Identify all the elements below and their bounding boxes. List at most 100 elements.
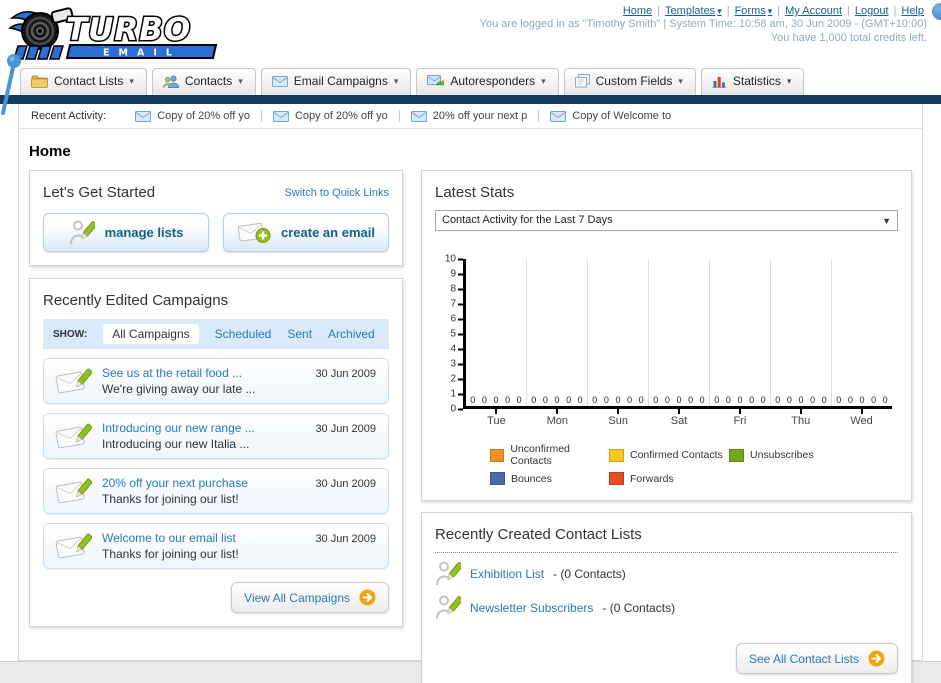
nav-link-logout[interactable]: Logout — [855, 5, 889, 17]
nav-link-home[interactable]: Home — [623, 5, 652, 17]
y-tick: 1 — [441, 389, 463, 400]
campaign-date: 30 Jun 2009 — [315, 423, 376, 435]
nav-link-my-account[interactable]: My Account — [785, 5, 842, 17]
filter-all-campaigns[interactable]: All Campaigns — [103, 324, 199, 344]
nav-link-forms[interactable]: Forms ▾ — [735, 5, 773, 17]
nav-link-templates[interactable]: Templates ▾ — [665, 5, 722, 17]
logo-subtitle: EMAIL — [103, 48, 181, 59]
stats-range-select[interactable]: Contact Activity for the Last 7 Days ▼ — [435, 210, 898, 231]
manage-lists-button[interactable]: manage lists — [43, 213, 209, 252]
data-label: 0 — [493, 395, 499, 405]
chevron-down-icon: ▾ — [541, 75, 546, 86]
recent-activity-item[interactable]: 20% off your next p — [398, 110, 539, 122]
campaign-subtitle: Introducing our new Italia ... — [102, 437, 250, 451]
data-labels-row: 00000 — [528, 395, 586, 405]
campaign-subtitle: We're giving away our late ... — [102, 382, 256, 396]
see-all-contact-lists-button[interactable]: See All Contact Lists — [735, 643, 898, 674]
tab-contacts[interactable]: Contacts ▾ — [151, 68, 256, 95]
x-tick-label: Sat — [649, 409, 710, 427]
x-tick-label: Thu — [770, 409, 831, 427]
y-tick-label: 9 — [450, 268, 456, 280]
data-label: 0 — [470, 395, 476, 405]
turbo-email-logo[interactable]: TURBO EMAIL — [8, 4, 236, 67]
contact-list-detail: - (0 Contacts) — [602, 600, 676, 615]
envelope-icon — [550, 110, 567, 122]
envelope-icon — [272, 110, 289, 122]
y-tick-label: 7 — [450, 298, 456, 310]
data-labels-row: 00000 — [772, 395, 830, 405]
contact-list-row: Exhibition List - (0 Contacts) — [435, 560, 898, 587]
recent-activity-item[interactable]: Copy of Welcome to — [538, 110, 682, 122]
pages-icon — [574, 74, 590, 88]
campaign-title-link[interactable]: See us at the retail food ... — [102, 366, 255, 380]
nav-link-help[interactable]: Help — [901, 5, 924, 17]
chart-group: 00000 — [526, 259, 587, 406]
envelope-icon — [135, 110, 152, 122]
tab-custom-fields[interactable]: Custom Fields ▾ — [563, 68, 696, 95]
filter-sent[interactable]: Sent — [287, 327, 312, 341]
person-pencil-icon — [69, 219, 95, 246]
folder-icon — [31, 75, 48, 88]
person-pencil-icon — [435, 560, 461, 587]
campaign-row[interactable]: Welcome to our email list Thanks for join… — [43, 523, 389, 569]
y-tick-label: 1 — [450, 388, 456, 400]
legend-label: Bounces — [511, 472, 552, 485]
tab-email-campaigns[interactable]: Email Campaigns ▾ — [260, 68, 412, 95]
tab-label: Custom Fields — [595, 74, 673, 88]
legend-label: Forwards — [630, 472, 674, 485]
campaign-list: See us at the retail food ... We're givin… — [43, 358, 389, 569]
contact-list-link[interactable]: Newsletter Subscribers — [470, 601, 593, 615]
campaign-row[interactable]: 20% off your next purchase Thanks for joi… — [43, 468, 389, 514]
campaign-row[interactable]: See us at the retail food ... We're givin… — [43, 358, 389, 404]
legend-label: Confirmed Contacts — [630, 449, 723, 461]
recent-activity-item[interactable]: Copy of 20% off yo — [124, 110, 261, 122]
switch-quick-links-link[interactable]: Switch to Quick Links — [284, 187, 389, 199]
login-status: You are logged in as "Timothy Smith" | S… — [479, 18, 927, 30]
data-label: 0 — [775, 395, 781, 405]
legend-swatch — [729, 448, 744, 462]
legend-swatch — [609, 448, 624, 462]
data-label: 0 — [749, 395, 755, 405]
campaign-row[interactable]: Introducing our new range ... Introducing… — [43, 413, 389, 459]
logo-title: TURBO — [66, 12, 191, 48]
contacts-icon — [163, 75, 179, 88]
legend-item: Bounces — [490, 472, 609, 485]
campaign-text: See us at the retail food ... We're givin… — [102, 366, 255, 396]
chart-group: 00000 — [709, 259, 770, 406]
data-labels-row: 00000 — [833, 395, 891, 405]
latest-stats-title: Latest Stats — [435, 184, 515, 201]
nav-separator: | — [657, 5, 661, 17]
campaign-title-link[interactable]: 20% off your next purchase — [102, 476, 248, 490]
create-email-label: create an email — [281, 225, 375, 240]
filter-archived[interactable]: Archived — [328, 327, 375, 341]
tab-label: Contact Lists — [54, 74, 124, 88]
tab-statistics[interactable]: Statistics ▾ — [700, 68, 805, 95]
recent-campaigns-title: Recently Edited Campaigns — [43, 292, 229, 309]
tab-autoresponders[interactable]: Autoresponders ▾ — [416, 68, 559, 95]
turbo-logo-graphic: TURBO EMAIL — [8, 7, 218, 60]
chart-group: 00000 — [770, 259, 831, 406]
data-label: 0 — [664, 395, 670, 405]
data-label: 0 — [481, 395, 487, 405]
chevron-down-icon: ▾ — [393, 75, 399, 86]
campaign-title-link[interactable]: Introducing our new range ... — [102, 421, 255, 435]
legend-item: Unsubscribes — [729, 443, 892, 467]
y-tick-label: 2 — [450, 373, 456, 385]
data-label: 0 — [542, 395, 548, 405]
credits-remaining: You have 1,000 total credits left. — [770, 32, 927, 44]
tab-label: Autoresponders — [450, 74, 536, 88]
tab-contact-lists[interactable]: Contact Lists ▾ — [20, 68, 147, 95]
filter-scheduled[interactable]: Scheduled — [215, 327, 272, 341]
recent-activity-item[interactable]: Copy of 20% off yo — [260, 110, 399, 122]
contact-list-detail: - (0 Contacts) — [553, 566, 626, 581]
envelope-pencil-icon — [54, 421, 92, 451]
create-email-button[interactable]: create an email — [223, 213, 389, 252]
legend-swatch — [490, 448, 505, 462]
autoresponder-icon — [427, 74, 445, 88]
stats-range-value: Contact Activity for the Last 7 Days — [442, 214, 613, 226]
campaign-title-link[interactable]: Welcome to our email list — [102, 531, 239, 545]
recent-activity-items: Copy of 20% off yo Copy of 20% off yo 20% … — [124, 109, 682, 124]
contact-list-link[interactable]: Exhibition List — [470, 567, 544, 581]
view-all-campaigns-button[interactable]: View All Campaigns — [231, 582, 389, 613]
y-tick: 3 — [441, 359, 463, 370]
